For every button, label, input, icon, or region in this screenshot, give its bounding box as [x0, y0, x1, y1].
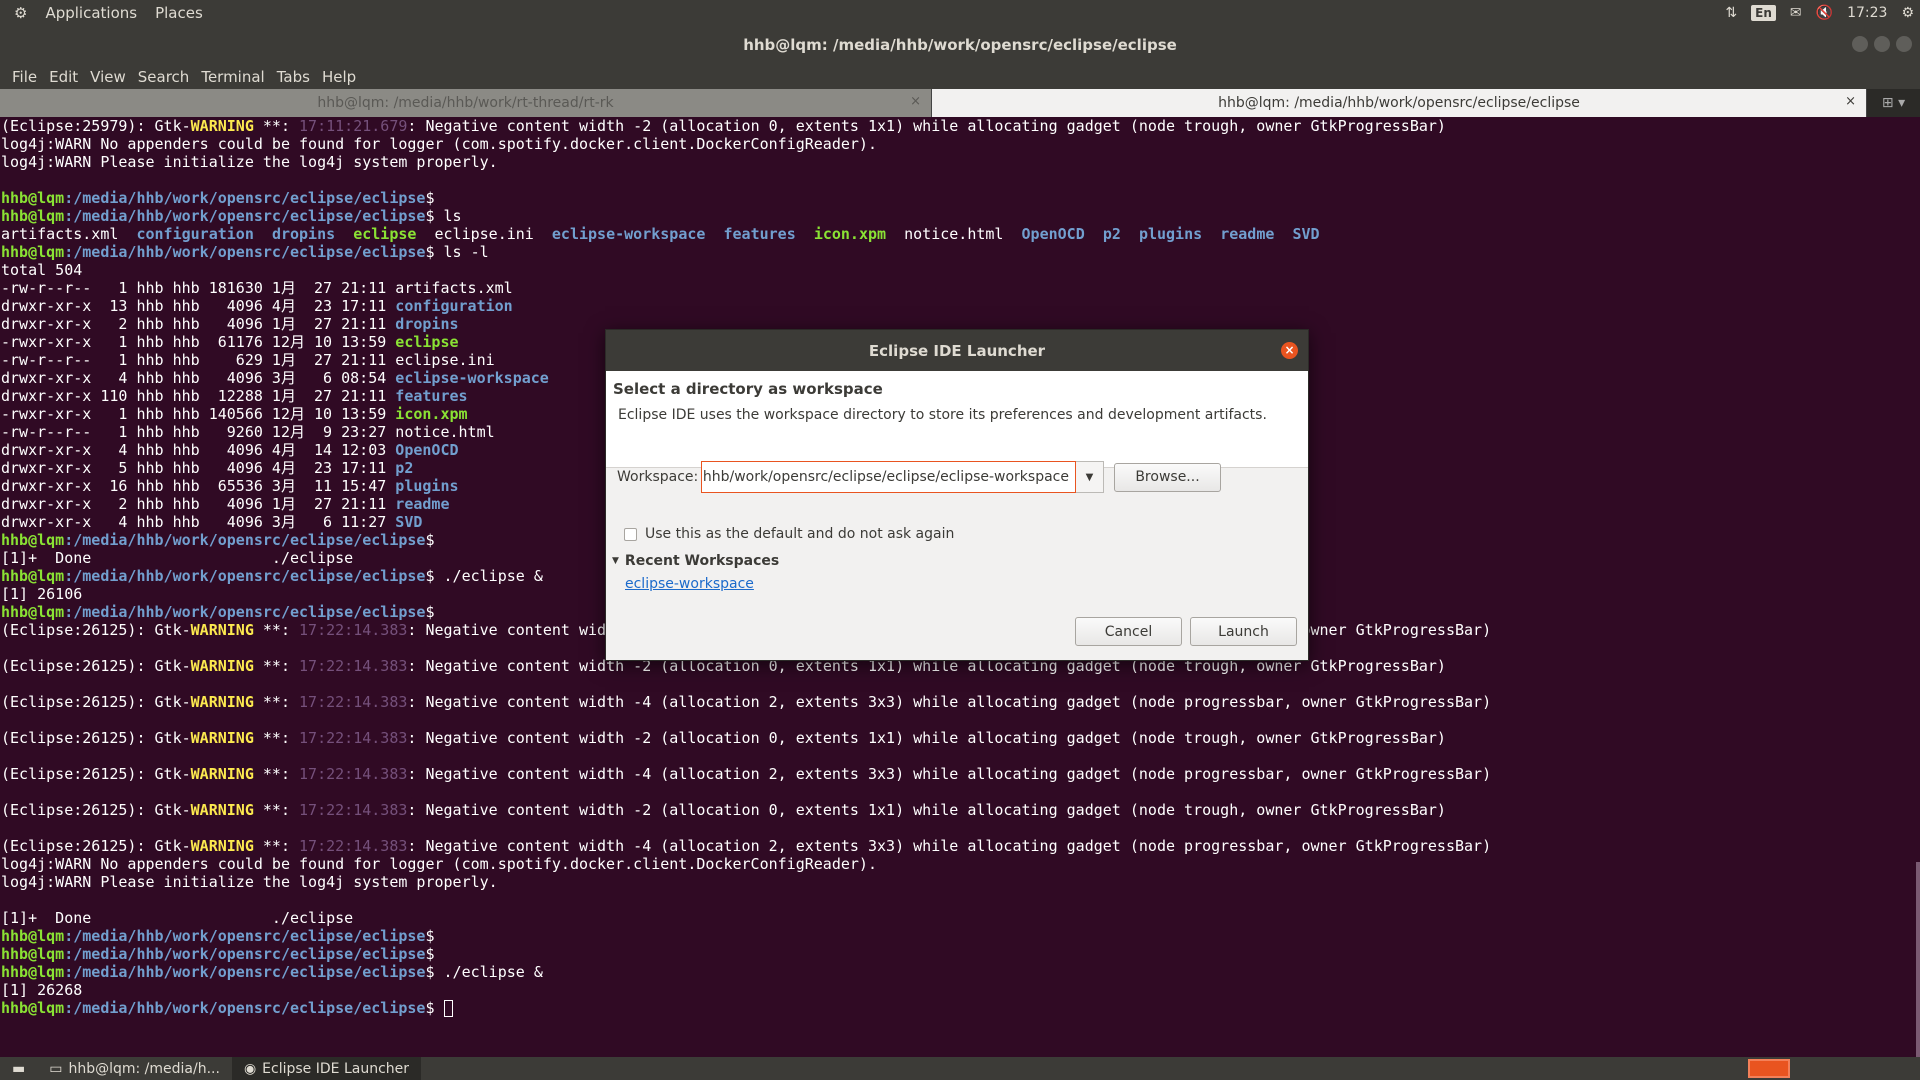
- terminal-cursor: [443, 1000, 453, 1017]
- close-tab-icon[interactable]: ×: [910, 94, 921, 109]
- terminal-line: log4j:WARN Please initialize the log4j s…: [1, 153, 498, 171]
- menu-view[interactable]: View: [84, 68, 132, 86]
- taskbar-item-terminal[interactable]: ▭ hhb@lqm: /media/h...: [37, 1057, 232, 1080]
- tab-label: hhb@lqm: /media/hhb/work/rt-thread/rt-rk: [317, 95, 614, 111]
- settings-gear-icon[interactable]: ⚙: [1901, 5, 1914, 21]
- chevron-down-icon: ▼: [1085, 471, 1094, 483]
- workspace-label: Workspace:: [617, 469, 699, 485]
- workspace-value: hhb/work/opensrc/eclipse/eclipse/eclipse…: [702, 469, 1069, 485]
- terminal-line: log4j:WARN No appenders could be found f…: [1, 855, 877, 873]
- recent-workspaces-header: Recent Workspaces: [624, 553, 780, 569]
- menu-help[interactable]: Help: [316, 68, 362, 86]
- menu-tabs[interactable]: Tabs: [271, 68, 316, 86]
- terminal-icon: ▭: [49, 1060, 63, 1077]
- terminal-line: (Eclipse:25979): Gtk-WARNING **: 17:11:2…: [1, 117, 1446, 135]
- tab-eclipse[interactable]: hhb@lqm: /media/hhb/work/opensrc/eclipse…: [932, 89, 1867, 117]
- dialog-heading: Select a directory as workspace: [613, 380, 883, 398]
- terminal-line: (Eclipse:26125): Gtk-WARNING **: 17:22:1…: [1, 801, 1446, 819]
- cancel-button[interactable]: Cancel: [1075, 617, 1182, 646]
- terminal-line: log4j:WARN Please initialize the log4j s…: [1, 873, 498, 891]
- terminal-line: hhb@lqm:/media/hhb/work/opensrc/eclipse/…: [1, 243, 489, 261]
- terminal-line: -rw-r--r-- 1 hhb hhb 181630 1月 27 21:11 …: [1, 279, 513, 297]
- menu-search[interactable]: Search: [132, 68, 196, 86]
- terminal-line: hhb@lqm:/media/hhb/work/opensrc/eclipse/…: [1, 999, 1920, 1017]
- menu-edit[interactable]: Edit: [43, 68, 84, 86]
- workspace-switcher[interactable]: [1748, 1059, 1790, 1078]
- terminal-line: hhb@lqm:/media/hhb/work/opensrc/eclipse/…: [1, 963, 543, 981]
- taskbar: ▬ ▭ hhb@lqm: /media/h... ◉ Eclipse IDE L…: [0, 1057, 1920, 1080]
- triangle-down-icon: ▼: [612, 556, 619, 566]
- terminal-line: [1]+ Done ./eclipse: [1, 909, 354, 927]
- tab-label: hhb@lqm: /media/hhb/work/opensrc/eclipse…: [1218, 95, 1580, 111]
- close-icon[interactable]: ×: [1281, 342, 1298, 359]
- network-icon[interactable]: ⇅: [1725, 5, 1737, 21]
- window-titlebar: hhb@lqm: /media/hhb/work/opensrc/eclipse…: [0, 26, 1920, 64]
- eclipse-icon: ◉: [243, 1060, 257, 1077]
- tab-rt-rk[interactable]: hhb@lqm: /media/hhb/work/rt-thread/rt-rk…: [0, 89, 932, 117]
- default-checkbox-label: Use this as the default and do not ask a…: [645, 526, 955, 542]
- dialog-description: Eclipse IDE uses the workspace directory…: [618, 407, 1267, 423]
- dialog-titlebar: Eclipse IDE Launcher ×: [606, 330, 1308, 371]
- maximize-icon[interactable]: [1874, 36, 1890, 52]
- workspace-row: Workspace: hhb/work/opensrc/eclipse/ecli…: [617, 461, 1221, 493]
- terminal-line: (Eclipse:26125): Gtk-WARNING **: 17:22:1…: [1, 729, 1446, 747]
- terminal-line: hhb@lqm:/media/hhb/work/opensrc/eclipse/…: [1, 207, 462, 225]
- ubuntu-logo-icon[interactable]: ⚙: [8, 4, 33, 22]
- dialog-header: Select a directory as workspace Eclipse …: [606, 371, 1308, 468]
- terminal-line: (Eclipse:26125): Gtk-WARNING **: 17:22:1…: [1, 837, 1492, 855]
- terminal-line: hhb@lqm:/media/hhb/work/opensrc/eclipse/…: [1, 189, 444, 207]
- places-menu[interactable]: Places: [149, 4, 209, 22]
- terminal-tabs: hhb@lqm: /media/hhb/work/rt-thread/rt-rk…: [0, 89, 1920, 117]
- workspace-dropdown-button[interactable]: ▼: [1076, 461, 1104, 493]
- close-window-icon[interactable]: [1896, 36, 1912, 52]
- top-panel: ⚙ Applications Places ⇅ En ✉ 🔇 17:23 ⚙: [0, 0, 1920, 26]
- workspace-input[interactable]: hhb/work/opensrc/eclipse/eclipse/eclipse…: [701, 461, 1076, 493]
- terminal-line: (Eclipse:26125): Gtk-WARNING **: 17:22:1…: [1, 765, 1492, 783]
- terminal-scrollbar[interactable]: [1916, 862, 1920, 1057]
- taskbar-label: hhb@lqm: /media/h...: [68, 1060, 220, 1077]
- taskbar-label: Eclipse IDE Launcher: [262, 1060, 410, 1077]
- terminal-line: total 504: [1, 261, 83, 279]
- terminal-line: hhb@lqm:/media/hhb/work/opensrc/eclipse/…: [1, 927, 444, 945]
- show-desktop-icon[interactable]: ▬: [0, 1057, 37, 1080]
- eclipse-launcher-dialog: Eclipse IDE Launcher × Select a director…: [605, 329, 1309, 661]
- terminal-line: hhb@lqm:/media/hhb/work/opensrc/eclipse/…: [1, 945, 444, 963]
- terminal-line: artifacts.xml configuration dropins ecli…: [1, 225, 1320, 243]
- window-title: hhb@lqm: /media/hhb/work/opensrc/eclipse…: [743, 36, 1177, 54]
- menu-file[interactable]: File: [6, 68, 43, 86]
- taskbar-item-eclipse-launcher[interactable]: ◉ Eclipse IDE Launcher: [231, 1057, 422, 1080]
- menubar: File Edit View Search Terminal Tabs Help: [0, 64, 1920, 89]
- applications-menu[interactable]: Applications: [39, 4, 143, 22]
- launch-button[interactable]: Launch: [1190, 617, 1297, 646]
- close-tab-icon[interactable]: ×: [1845, 94, 1856, 109]
- mail-icon[interactable]: ✉: [1790, 5, 1802, 21]
- dialog-title: Eclipse IDE Launcher: [868, 341, 1046, 360]
- default-checkbox-row[interactable]: Use this as the default and do not ask a…: [624, 526, 954, 542]
- terminal-line: (Eclipse:26125): Gtk-WARNING **: 17:22:1…: [1, 693, 1492, 711]
- menu-terminal[interactable]: Terminal: [195, 68, 270, 86]
- terminal-line: [1] 26268: [1, 981, 83, 999]
- default-checkbox[interactable]: [624, 527, 637, 541]
- clock[interactable]: 17:23: [1847, 5, 1887, 21]
- new-tab-icon[interactable]: ⊞ ▾: [1867, 89, 1920, 117]
- terminal-line: drwxr-xr-x 13 hhb hhb 4096 4月 23 17:11 c…: [1, 297, 513, 315]
- recent-workspaces-toggle[interactable]: ▼ Recent Workspaces: [612, 553, 779, 569]
- recent-workspace-link[interactable]: eclipse-workspace: [625, 576, 754, 592]
- keyboard-layout-indicator[interactable]: En: [1751, 5, 1776, 21]
- volume-muted-icon[interactable]: 🔇: [1816, 5, 1833, 21]
- minimize-icon[interactable]: [1852, 36, 1868, 52]
- browse-button[interactable]: Browse...: [1114, 462, 1221, 492]
- terminal-line: log4j:WARN No appenders could be found f…: [1, 135, 877, 153]
